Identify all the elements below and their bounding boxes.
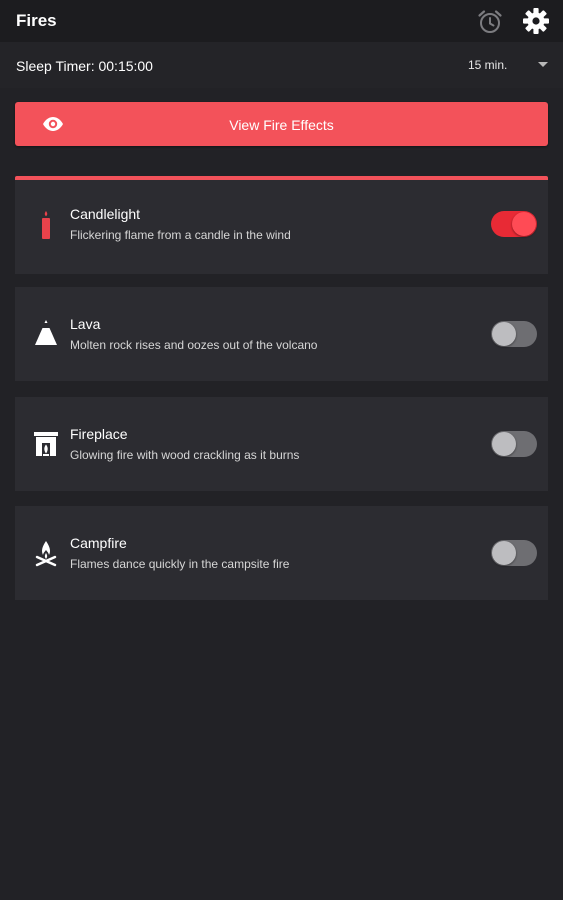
toggle-knob [512,212,536,236]
fire-item-description: Flickering flame from a candle in the wi… [70,228,291,242]
sleep-timer-row: Sleep Timer: 00:15:00 15 min. [0,42,563,88]
candlelight-toggle[interactable] [491,211,537,237]
app-title: Fires [16,11,57,30]
fire-item-candlelight: Candlelight Flickering flame from a cand… [15,180,548,274]
fire-item-description: Molten rock rises and oozes out of the v… [70,338,318,352]
fire-item-name: Fireplace [70,426,128,442]
view-fire-effects-button[interactable]: View Fire Effects [15,102,548,146]
fire-item-fireplace: Fireplace Glowing fire with wood crackli… [15,397,548,491]
lava-toggle[interactable] [491,321,537,347]
fireplace-icon [34,432,58,456]
fire-item-name: Candlelight [70,206,141,222]
candle-icon [42,211,50,239]
fire-item-name: Lava [70,316,101,332]
fire-item-description: Glowing fire with wood crackling as it b… [70,448,300,462]
sleep-timer-selected-value: 15 min. [468,58,508,72]
fire-item-campfire: Campfire Flames dance quickly in the cam… [15,506,548,600]
fire-item-description: Flames dance quickly in the campsite fir… [70,557,290,571]
view-fire-effects-label: View Fire Effects [229,117,334,133]
toggle-knob [492,322,516,346]
campfire-icon [35,541,57,567]
fire-item-name: Campfire [70,535,127,551]
app-bar: Fires [0,0,563,42]
chevron-down-icon [538,62,548,67]
campfire-toggle[interactable] [491,540,537,566]
toggle-knob [492,432,516,456]
fireplace-toggle[interactable] [491,431,537,457]
alarm-clock-icon[interactable] [476,8,504,36]
sleep-timer-dropdown[interactable]: 15 min. [458,56,554,76]
toggle-knob [492,541,516,565]
fire-item-lava: Lava Molten rock rises and oozes out of … [15,287,548,381]
gear-icon[interactable] [522,7,550,35]
volcano-icon [35,320,57,345]
sleep-timer-label: Sleep Timer: 00:15:00 [16,58,153,74]
